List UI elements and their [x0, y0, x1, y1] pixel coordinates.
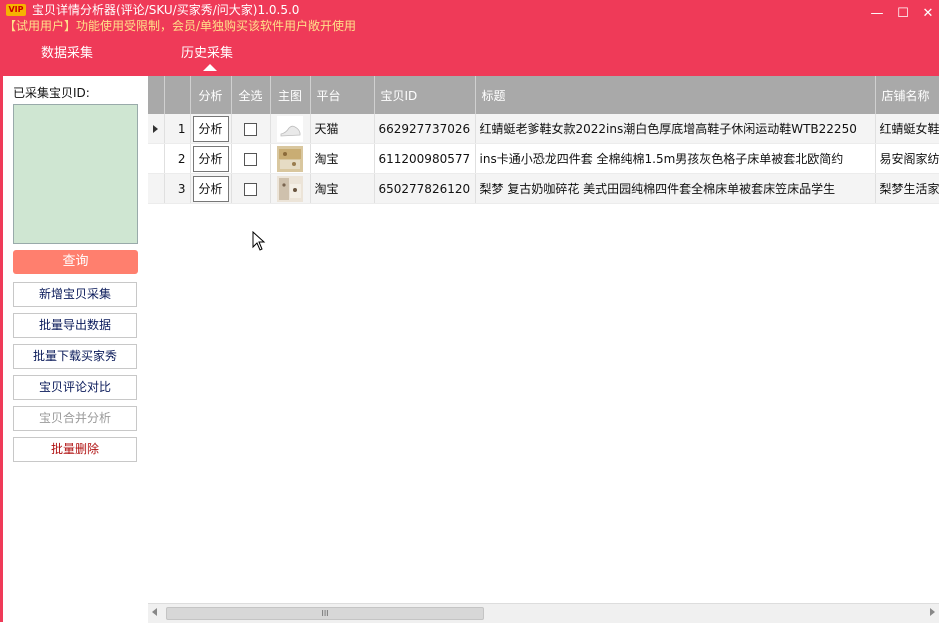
- close-button[interactable]: ✕: [919, 6, 937, 22]
- analyze-button[interactable]: 分析: [192, 145, 229, 172]
- platform-cell: 淘宝: [310, 173, 375, 204]
- image-cell: [270, 143, 311, 174]
- horizontal-scrollbar[interactable]: III: [148, 603, 939, 623]
- trial-notice: 【试用用户】功能使用受限制，会员/单独购买该软件用户敞开使用: [4, 18, 356, 34]
- analyze-cell: 分析: [190, 114, 232, 144]
- analyze-button[interactable]: 分析: [192, 175, 229, 202]
- tab-history-collect[interactable]: 历史采集: [181, 46, 233, 62]
- select-cell: [231, 173, 271, 204]
- shop-cell: 易安阁家纺: [875, 143, 939, 174]
- tab-data-collect[interactable]: 数据采集: [41, 46, 93, 62]
- row-checkbox[interactable]: [244, 152, 257, 166]
- analyze-button[interactable]: 分析: [192, 115, 229, 142]
- trial-notice-body: 功能使用受限制，会员/单独购买该软件用户敞开使用: [76, 19, 357, 33]
- product-thumbnail-bedding[interactable]: [277, 145, 303, 172]
- index-header: [164, 76, 191, 114]
- col-header-title[interactable]: 标题: [475, 76, 876, 114]
- item-id-cell: 662927737026: [374, 114, 476, 144]
- col-header-item-id[interactable]: 宝贝ID: [374, 76, 476, 114]
- batch-delete-button[interactable]: 批量删除: [13, 437, 137, 462]
- table-row[interactable]: 3 分析 淘宝 650277826120 梨梦 复古奶咖碎花 美式田园纯棉四件套…: [148, 173, 939, 204]
- query-button[interactable]: 查询: [13, 250, 138, 274]
- title-cell: ins卡通小恐龙四件套 全棉纯棉1.5m男孩灰色格子床单被套北欧简约: [475, 143, 876, 174]
- col-header-platform[interactable]: 平台: [310, 76, 375, 114]
- row-selector[interactable]: [148, 143, 165, 174]
- row-selector[interactable]: [148, 173, 165, 204]
- batch-export-button[interactable]: 批量导出数据: [13, 313, 137, 338]
- image-cell: [270, 114, 311, 144]
- maximize-button[interactable]: ☐: [894, 6, 912, 22]
- merge-analysis-button[interactable]: 宝贝合并分析: [13, 406, 137, 431]
- platform-cell: 淘宝: [310, 143, 375, 174]
- review-compare-button[interactable]: 宝贝评论对比: [13, 375, 137, 400]
- platform-cell: 天猫: [310, 114, 375, 144]
- row-selector[interactable]: [148, 114, 165, 144]
- title-bar: VIP 宝贝详情分析器(评论/SKU/买家秀/问大家)1.0.5.0 【试用用户…: [0, 0, 939, 76]
- title-cell: 红蜻蜓老爹鞋女款2022ins潮白色厚底增高鞋子休闲运动鞋WTB22250: [475, 114, 876, 144]
- window-title: 宝贝详情分析器(评论/SKU/买家秀/问大家)1.0.5.0: [32, 3, 300, 17]
- item-id-cell: 611200980577: [374, 143, 476, 174]
- col-header-main-image[interactable]: 主图: [270, 76, 311, 114]
- shop-cell: 梨梦生活家: [875, 173, 939, 204]
- scroll-left-arrow-icon[interactable]: [152, 608, 157, 616]
- history-table: 分析 全选 主图 平台 宝贝ID 标题 店铺名称 1 分析 天猫 6629277…: [148, 76, 939, 204]
- row-index: 3: [164, 173, 191, 204]
- scrollbar-thumb[interactable]: III: [166, 607, 484, 620]
- mouse-cursor-icon: [252, 231, 266, 251]
- history-grid: 分析 全选 主图 平台 宝贝ID 标题 店铺名称 1 分析 天猫 6629277…: [148, 76, 939, 603]
- row-checkbox[interactable]: [244, 182, 257, 196]
- select-cell: [231, 114, 271, 144]
- product-thumbnail-shoe[interactable]: [277, 115, 303, 142]
- image-cell: [270, 173, 311, 204]
- row-index: 1: [164, 114, 191, 144]
- col-header-analyze[interactable]: 分析: [190, 76, 232, 114]
- product-thumbnail-floral-bedding[interactable]: [277, 175, 303, 202]
- item-id-cell: 650277826120: [374, 173, 476, 204]
- trial-notice-prefix: 【试用用户】: [4, 19, 77, 33]
- row-checkbox[interactable]: [244, 122, 257, 136]
- collected-ids-textarea[interactable]: [13, 104, 138, 244]
- col-header-select-all[interactable]: 全选: [231, 76, 271, 114]
- add-item-collect-button[interactable]: 新增宝贝采集: [13, 282, 137, 307]
- shop-cell: 红蜻蜓女鞋: [875, 114, 939, 144]
- current-row-arrow-icon: [153, 124, 159, 133]
- table-row[interactable]: 1 分析 天猫 662927737026 红蜻蜓老爹鞋女款2022ins潮白色厚…: [148, 114, 939, 144]
- sidebar: 已采集宝贝ID: 查询 新增宝贝采集 批量导出数据 批量下载买家秀 宝贝评论对比…: [3, 76, 146, 622]
- batch-download-buyer-show-button[interactable]: 批量下载买家秀: [13, 344, 137, 369]
- active-tab-indicator: [203, 64, 217, 71]
- row-header-corner: [148, 76, 165, 114]
- vip-badge: VIP: [6, 4, 26, 16]
- scroll-right-arrow-icon[interactable]: [930, 608, 935, 616]
- table-header-row: 分析 全选 主图 平台 宝贝ID 标题 店铺名称: [148, 76, 939, 114]
- analyze-cell: 分析: [190, 143, 232, 174]
- select-cell: [231, 143, 271, 174]
- analyze-cell: 分析: [190, 173, 232, 204]
- row-index: 2: [164, 143, 191, 174]
- collected-ids-label: 已采集宝贝ID:: [13, 86, 90, 100]
- table-row[interactable]: 2 分析 淘宝 611200980577 ins卡通小恐龙四件套 全棉纯棉1.5…: [148, 143, 939, 174]
- title-cell: 梨梦 复古奶咖碎花 美式田园纯棉四件套全棉床单被套床笠床品学生: [475, 173, 876, 204]
- minimize-button[interactable]: —: [868, 6, 886, 22]
- col-header-shop[interactable]: 店铺名称: [875, 76, 939, 114]
